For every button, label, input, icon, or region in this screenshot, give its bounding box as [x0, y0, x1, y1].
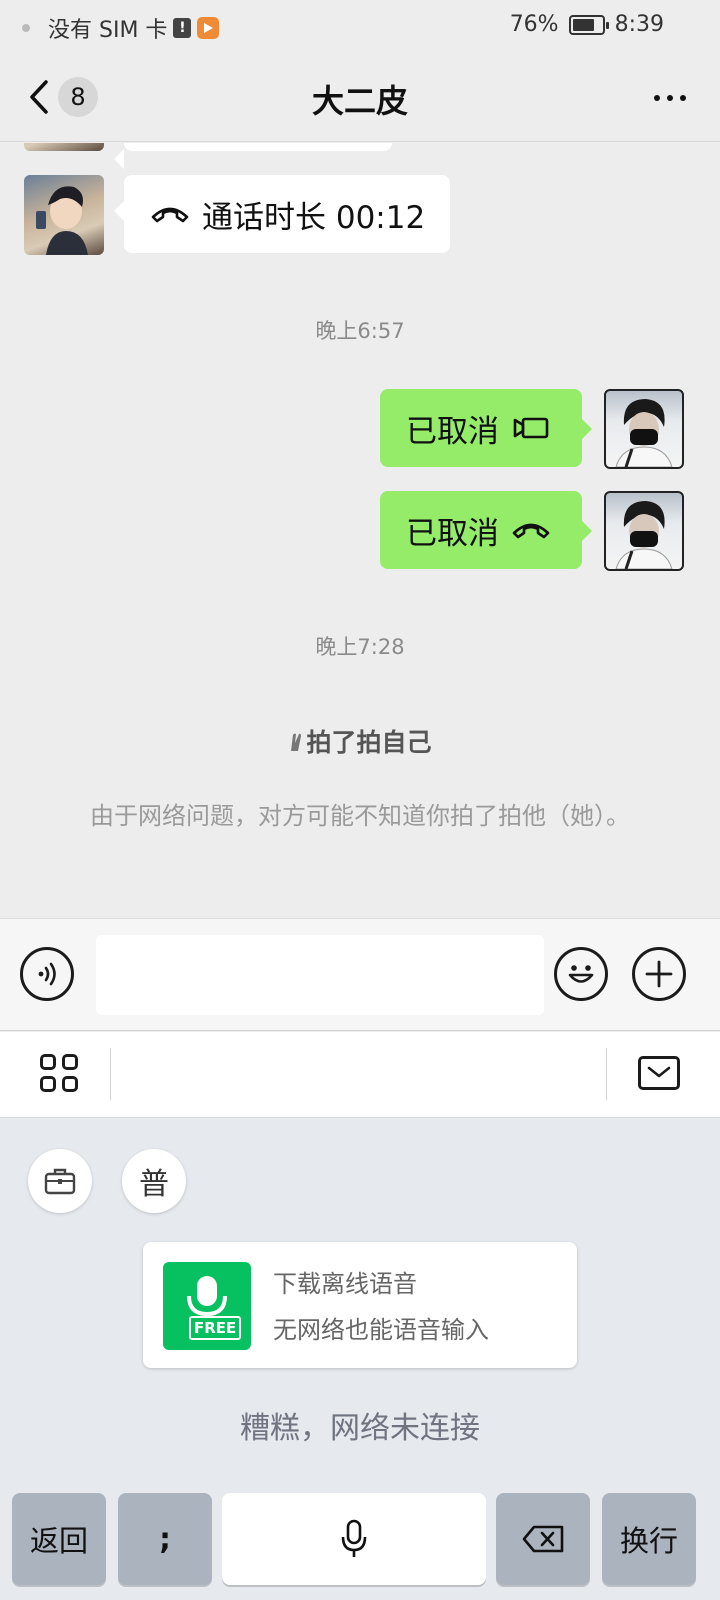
offline-voice-download-card[interactable]: FREE 下载离线语音 无网络也能语音输入: [143, 1242, 577, 1368]
network-warning-note: 由于网络问题，对方可能不知道你拍了拍他（她）。: [90, 802, 630, 830]
status-left: 没有 SIM 卡 !: [22, 12, 220, 44]
pat-system-message: 拍了拍自己: [0, 723, 720, 759]
chat-header: 8 大二皮: [0, 50, 720, 142]
avatar-image: [615, 399, 673, 467]
microphone-icon: [341, 1519, 367, 1557]
smiley-icon: [568, 965, 594, 983]
toolbox-button[interactable]: [28, 1149, 92, 1213]
my-avatar[interactable]: [604, 491, 684, 571]
alert-icon: !: [173, 18, 192, 38]
message-input-bar: [0, 918, 720, 1031]
more-functions-button[interactable]: [632, 947, 686, 1001]
message-list[interactable]: 通话时长 00:12 晚上6:57 已取消 已取消 晚上7:28 拍了拍自己 由…: [0, 143, 720, 918]
battery-percent: 76%: [509, 12, 559, 37]
hide-keyboard-icon[interactable]: [638, 1056, 680, 1090]
voice-keyboard: 普 FREE 下载离线语音 无网络也能语音输入 糟糕，网络未连接 返回 ; 换行: [0, 1119, 720, 1600]
offline-voice-icon: FREE: [163, 1262, 251, 1350]
dot-icon: [680, 95, 686, 101]
divider: [606, 1048, 607, 1100]
plus-icon: [645, 960, 673, 988]
pat-text: 拍了拍自己: [306, 728, 432, 757]
contact-avatar[interactable]: [24, 143, 104, 151]
clock: 8:39: [614, 12, 664, 37]
cancelled-text: 已取消: [406, 413, 499, 450]
phone-hangup-icon: [151, 207, 189, 223]
battery-fill: [572, 18, 594, 31]
semicolon-key[interactable]: ;: [118, 1493, 212, 1585]
mandarin-mode-button[interactable]: 普: [122, 1149, 186, 1213]
offline-card-title: 下载离线语音: [273, 1270, 417, 1298]
keyboard-menu-grid-icon[interactable]: [40, 1054, 78, 1092]
timestamp: 晚上6:57: [315, 319, 405, 343]
voice-input-button[interactable]: [20, 947, 74, 1001]
carrier-text: 没有 SIM 卡: [48, 18, 168, 43]
battery-icon: [568, 14, 609, 35]
briefcase-icon: [44, 1168, 76, 1195]
more-options-button[interactable]: [648, 78, 692, 118]
voice-wave-icon: [38, 962, 56, 986]
divider: [110, 1048, 111, 1100]
avatar-image: [615, 501, 673, 569]
notification-dot-icon: [22, 24, 30, 32]
status-bar: 没有 SIM 卡 ! 76% 8:39: [0, 0, 720, 50]
emoji-button[interactable]: [554, 947, 608, 1001]
call-duration-text: 通话时长 00:12: [202, 199, 426, 236]
microphone-key[interactable]: [222, 1493, 486, 1585]
call-record-bubble[interactable]: 通话时长 00:12: [114, 175, 450, 253]
phone-hangup-icon: [512, 523, 550, 539]
back-key[interactable]: 返回: [12, 1493, 106, 1585]
video-call-icon: [513, 417, 549, 439]
offline-card-subtitle: 无网络也能语音输入: [273, 1316, 489, 1344]
voice-call-cancelled-bubble[interactable]: 已取消: [380, 491, 592, 569]
status-right: 76% 8:39: [510, 12, 664, 37]
enter-key[interactable]: 换行: [602, 1493, 696, 1585]
dot-icon: [654, 95, 660, 101]
backspace-icon: [522, 1525, 564, 1553]
contact-avatar[interactable]: [24, 175, 104, 255]
keyboard-toolbar: [0, 1032, 720, 1118]
network-error-text: 糟糕，网络未连接: [240, 1411, 480, 1446]
avatar-image: [36, 186, 88, 255]
backspace-key[interactable]: [496, 1493, 590, 1585]
free-badge: FREE: [189, 1316, 242, 1340]
cancelled-text: 已取消: [406, 515, 499, 552]
message-input[interactable]: [96, 935, 544, 1015]
pat-hand-icon: [288, 730, 304, 752]
video-call-cancelled-bubble[interactable]: 已取消: [380, 389, 592, 467]
my-avatar[interactable]: [604, 389, 684, 469]
timestamp: 晚上7:28: [315, 635, 405, 659]
video-app-icon: [197, 17, 220, 39]
dot-icon: [667, 95, 673, 101]
message-bubble-partial[interactable]: [114, 143, 392, 169]
page-title: 大二皮: [311, 82, 408, 120]
